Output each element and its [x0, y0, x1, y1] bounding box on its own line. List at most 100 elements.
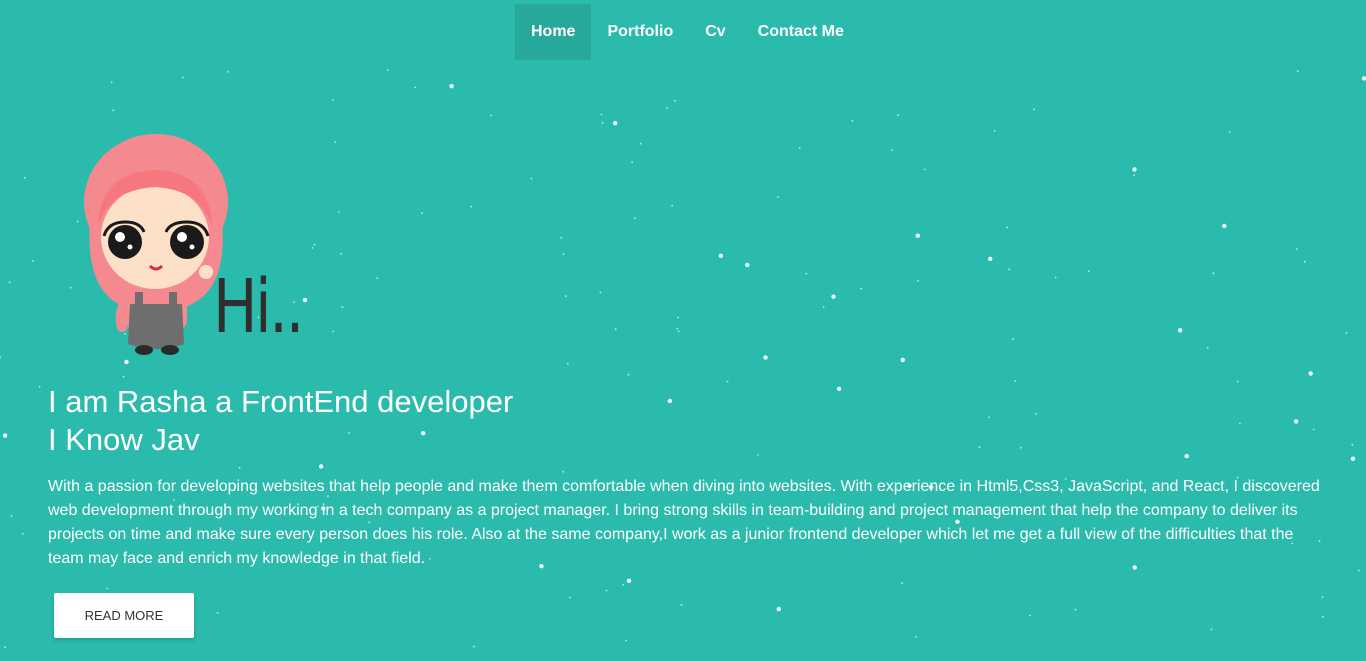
star-dot [181, 76, 184, 79]
star-dot [1350, 456, 1356, 461]
star-dot [566, 362, 569, 365]
star-dot [1133, 174, 1135, 177]
star-dot [414, 86, 417, 89]
star-dot [1361, 76, 1366, 81]
star-dot [376, 277, 379, 279]
star-dot [562, 253, 565, 256]
star-dot [1293, 419, 1299, 424]
star-dot [900, 357, 905, 363]
star-dot [560, 236, 563, 239]
star-dot [1295, 248, 1298, 251]
headline-line-2-typing: I Know Jav [48, 422, 200, 457]
nav-home[interactable]: Home [515, 4, 592, 60]
star-dot [332, 330, 335, 333]
nav-contact-me[interactable]: Contact Me [742, 4, 860, 60]
star-dot [1312, 428, 1315, 431]
star-dot [601, 121, 604, 124]
star-dot [106, 587, 109, 590]
star-dot [10, 515, 13, 518]
hi-greeting: Hi.. [213, 264, 304, 350]
star-dot [449, 84, 454, 89]
hero-headline: I am Rasha a FrontEnd developer I Know J… [48, 383, 513, 459]
star-dot [227, 70, 230, 73]
star-dot [334, 141, 336, 143]
star-dot [530, 177, 533, 180]
star-dot [302, 297, 308, 303]
star-dot [1035, 412, 1038, 415]
star-dot [313, 243, 316, 246]
star-dot [763, 355, 768, 360]
star-dot [1345, 332, 1348, 334]
star-dot [1351, 443, 1354, 446]
star-dot [1308, 371, 1313, 376]
star-dot [745, 262, 750, 268]
star-dot [1239, 422, 1241, 425]
nav-portfolio[interactable]: Portfolio [591, 4, 689, 60]
star-dot [470, 205, 473, 208]
star-dot [917, 279, 919, 282]
star-dot [1184, 453, 1189, 459]
read-more-button[interactable]: READ MORE [54, 593, 194, 638]
star-dot [1236, 380, 1239, 383]
star-dot [1358, 569, 1360, 572]
star-dot [21, 532, 24, 535]
star-dot [673, 99, 676, 102]
star-dot [860, 287, 863, 290]
star-dot [1303, 260, 1306, 263]
star-dot [680, 603, 683, 606]
nav-cv[interactable]: Cv [689, 4, 741, 60]
star-dot [614, 328, 617, 331]
avatar-girl-illustration [84, 134, 228, 355]
star-dot [622, 583, 625, 586]
star-dot [923, 168, 926, 171]
star-dot [613, 121, 618, 126]
star-dot [112, 109, 115, 112]
star-dot [1087, 270, 1090, 273]
star-dot [23, 176, 26, 179]
star-dot [337, 211, 340, 213]
top-navigation: Home Portfolio Cv Contact Me [515, 4, 860, 60]
star-dot [718, 253, 723, 258]
star-dot [822, 306, 825, 308]
star-dot [639, 142, 642, 145]
star-dot [631, 161, 633, 164]
star-dot [627, 373, 630, 376]
star-dot [605, 589, 608, 592]
star-dot [1222, 223, 1227, 229]
bio-paragraph: With a passion for developing websites t… [48, 478, 1320, 567]
star-dot [836, 386, 842, 391]
star-dot [831, 294, 836, 299]
star-dot [1132, 167, 1137, 172]
star-dot [472, 645, 475, 648]
star-dot [1008, 268, 1011, 271]
star-dot [122, 375, 125, 378]
star-dot [564, 295, 567, 298]
star-dot [318, 464, 324, 469]
star-dot [1212, 272, 1215, 275]
star-dot [901, 582, 903, 584]
star-dot [386, 69, 389, 71]
star-dot [311, 247, 314, 249]
star-dot [8, 281, 11, 284]
star-dot [897, 114, 899, 117]
star-dot [798, 146, 801, 149]
star-dot [1321, 615, 1324, 618]
star-dot [600, 113, 603, 116]
star-dot [677, 316, 679, 319]
star-dot [1028, 614, 1031, 617]
star-dot [4, 646, 6, 649]
star-dot [1012, 338, 1014, 341]
star-dot [625, 639, 628, 642]
star-dot [332, 99, 334, 101]
star-dot [1020, 446, 1022, 449]
star-dot [634, 217, 636, 220]
star-dot [851, 120, 854, 122]
star-dot [993, 130, 996, 132]
star-dot [988, 256, 993, 261]
star-dot [671, 204, 674, 207]
star-dot [776, 196, 779, 199]
star-dot [490, 114, 492, 117]
star-dot [1296, 70, 1299, 72]
star-dot [776, 606, 781, 612]
star-dot [1177, 328, 1183, 333]
